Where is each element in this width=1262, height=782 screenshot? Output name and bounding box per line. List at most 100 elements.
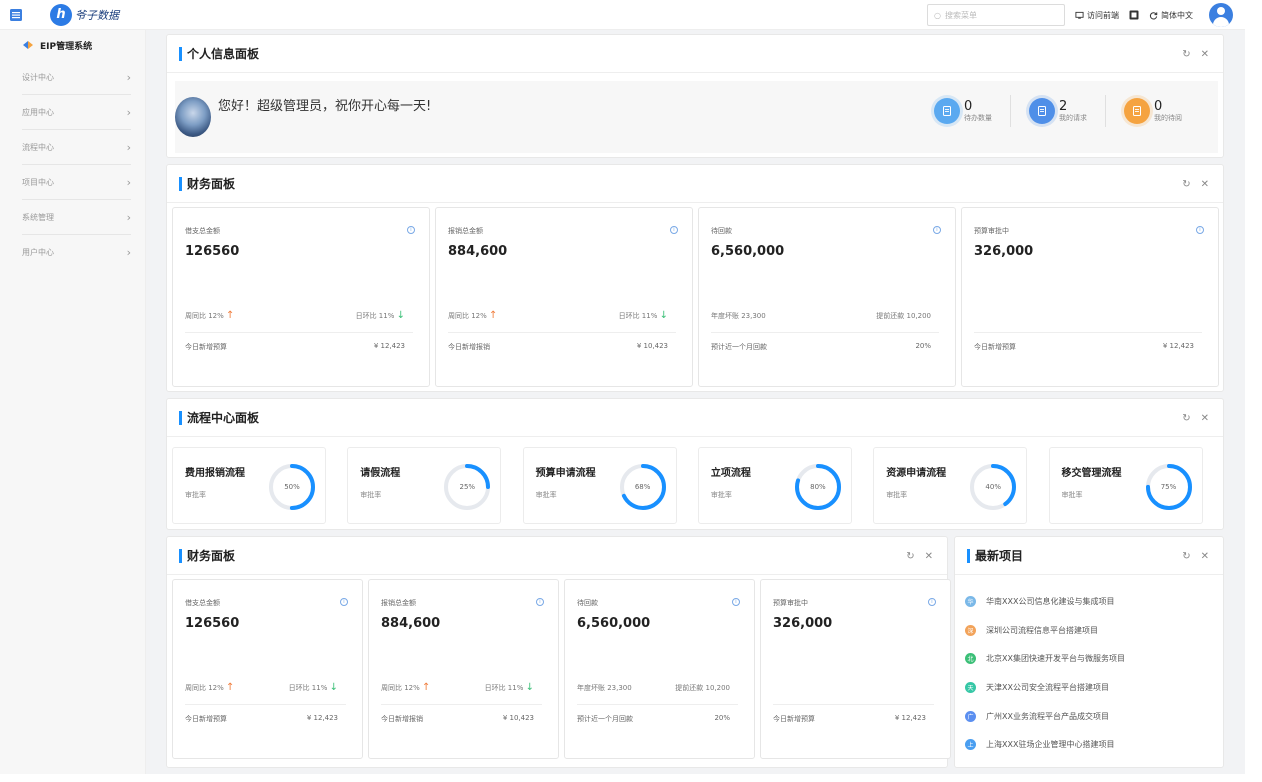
process-name: 费用报销流程 <box>185 468 245 479</box>
process-card[interactable]: 费用报销流程 审批率 50% <box>172 447 326 524</box>
finance-left-stat: 周同比 12% <box>381 684 420 692</box>
finance-foot-label: 预计近一个月回款 <box>577 715 633 723</box>
close-icon[interactable]: ✕ <box>1201 413 1209 424</box>
chevron-right-icon: › <box>126 105 131 119</box>
info-icon[interactable]: i <box>536 598 544 606</box>
process-percent: 25% <box>459 483 476 491</box>
greeting-text: 您好！超级管理员，祝你开心每一天! <box>218 99 432 114</box>
user-avatar[interactable] <box>1209 3 1233 27</box>
stat-label: 我的待阅 <box>1154 113 1182 122</box>
sidebar-item[interactable]: 用户中心 › <box>22 235 131 270</box>
process-name: 移交管理流程 <box>1061 468 1122 479</box>
process-sub-label: 审批率 <box>886 491 908 499</box>
info-icon[interactable]: i <box>928 598 936 606</box>
refresh-lang-icon <box>1149 11 1158 19</box>
process-percent: 68% <box>634 483 651 491</box>
info-icon[interactable]: i <box>1196 226 1204 234</box>
info-icon[interactable]: i <box>340 598 348 606</box>
brand-logo[interactable]: h 爷子数据 <box>50 3 119 26</box>
finance-card: 报销总金额 i 884,600 周同比 12% ↑ 日环比 11% ↓ 今日新增报销 ¥ 1… <box>368 579 559 759</box>
arrow-up-icon: ↑ <box>226 682 235 693</box>
project-item[interactable]: 上上海XXX驻场企业管理中心搭建项目 <box>965 730 1125 759</box>
info-icon[interactable]: i <box>670 226 678 234</box>
menu-toggle-button[interactable] <box>0 0 32 30</box>
info-icon[interactable]: i <box>407 226 415 234</box>
panel-title: 财务面板 <box>179 548 235 563</box>
finance-value: 126560 <box>185 616 240 631</box>
visit-front-link[interactable]: 访问前端 <box>1075 10 1119 21</box>
menu-search[interactable]: ○ <box>927 4 1065 26</box>
finance-right-stat: 提前还款 10,200 <box>876 312 931 320</box>
process-card[interactable]: 资源申请流程 审批率 40% <box>873 447 1028 524</box>
refresh-icon[interactable]: ↻ <box>1182 49 1190 60</box>
language-label: 简体中文 <box>1161 10 1193 20</box>
process-percent: 80% <box>810 483 826 491</box>
divider <box>185 704 346 705</box>
sidebar-item[interactable]: 项目中心 › <box>22 165 131 200</box>
project-item[interactable]: 华华南XXX公司信息化建设与集成项目 <box>965 587 1125 616</box>
process-card[interactable]: 移交管理流程 审批率 75% <box>1048 447 1203 524</box>
finance-foot-value: 20% <box>714 714 730 722</box>
stat-label: 我的请求 <box>1059 113 1087 122</box>
project-label: 广州XX业务流程平台产品成交项目 <box>986 711 1109 721</box>
finance-value: 326,000 <box>974 244 1034 259</box>
sidebar-item[interactable]: 应用中心 › <box>22 95 131 130</box>
fullscreen-button[interactable] <box>1129 10 1139 20</box>
stats-group: 0 待办数量 2 我的请求 0 我的待阅 <box>916 95 1200 127</box>
process-card[interactable]: 立项流程 审批率 80% <box>697 447 852 524</box>
process-card[interactable]: 请假流程 审批率 25% <box>347 447 502 524</box>
project-label: 华南XXX公司信息化建设与集成项目 <box>986 596 1115 606</box>
refresh-icon[interactable]: ↻ <box>1182 179 1190 190</box>
process-sub-label: 审批率 <box>535 491 557 499</box>
stat-item[interactable]: 0 我的待阅 <box>1106 95 1200 127</box>
finance-label: 预算审批中 <box>974 227 1009 235</box>
project-item[interactable]: 天天津XX公司安全流程平台搭建项目 <box>965 673 1125 702</box>
project-item[interactable]: 广广州XX业务流程平台产品成交项目 <box>965 702 1125 731</box>
chevron-right-icon: › <box>126 140 131 154</box>
info-icon[interactable]: i <box>732 598 740 606</box>
stat-item[interactable]: 0 待办数量 <box>916 95 1011 127</box>
close-icon[interactable]: ✕ <box>1201 179 1209 190</box>
info-icon[interactable]: i <box>933 226 941 234</box>
request-icon <box>1029 98 1055 124</box>
top-header: h 爷子数据 ○ 访问前端 简体中文 <box>0 0 1245 30</box>
process-center-panel: 流程中心面板 ↻ ✕ 费用报销流程 审批率 50% 请假流程 审批率 25% 预算申请流程审… <box>166 398 1224 530</box>
process-card[interactable]: 预算申请流程 审批率 68% <box>522 447 677 524</box>
divider <box>974 332 1202 333</box>
language-switch[interactable]: 简体中文 <box>1149 10 1193 21</box>
close-icon[interactable]: ✕ <box>1201 551 1209 562</box>
search-input[interactable] <box>944 10 1055 20</box>
refresh-icon[interactable]: ↻ <box>906 551 914 562</box>
finance-value: 884,600 <box>448 244 508 259</box>
logo-text: 爷子数据 <box>75 8 119 22</box>
sidebar-item[interactable]: 设计中心 › <box>22 60 131 95</box>
stat-item[interactable]: 2 我的请求 <box>1011 95 1106 127</box>
divider <box>773 704 934 705</box>
finance-value: 6,560,000 <box>711 244 785 259</box>
close-icon[interactable]: ✕ <box>1201 49 1209 60</box>
user-photo <box>175 97 211 137</box>
finance-foot-value: ¥ 10,423 <box>502 714 534 722</box>
sidebar-item-label: 设计中心 <box>22 72 54 82</box>
panel-title: 流程中心面板 <box>179 410 259 425</box>
project-item[interactable]: 深深圳公司流程信息平台搭建项目 <box>965 616 1125 645</box>
close-icon[interactable]: ✕ <box>925 551 933 562</box>
stat-label: 待办数量 <box>964 113 992 122</box>
menu-icon <box>10 8 22 21</box>
sidebar-item[interactable]: 系统管理 › <box>22 200 131 235</box>
finance-right-stat: 日环比 11% <box>288 684 328 692</box>
sidebar-title[interactable]: EIP管理系统 <box>0 30 145 60</box>
chevron-right-icon: › <box>126 246 131 259</box>
finance-left-stat: 周同比 12% <box>448 312 487 320</box>
finance-card: 待回款 i 6,560,000 年度坏账 23,300 提前还款 10,200 预计近… <box>698 207 956 387</box>
project-avatar-icon: 华 <box>965 595 976 607</box>
project-item[interactable]: 北北京XX集团快速开发平台与微服务项目 <box>965 644 1125 673</box>
refresh-icon[interactable]: ↻ <box>1182 413 1190 424</box>
refresh-icon[interactable]: ↻ <box>1182 551 1190 562</box>
sidebar-item[interactable]: 流程中心 › <box>22 130 131 165</box>
finance-foot-value: 20% <box>915 342 931 350</box>
finance-panel-2: 财务面板 ↻ ✕ 借支总金额 i 126560 周同比 12% ↑ 日环比 11% ↓ 今… <box>166 536 951 768</box>
finance-label: 待回款 <box>577 599 598 607</box>
divider <box>711 332 939 333</box>
finance-foot-value: ¥ 12,423 <box>894 714 926 722</box>
